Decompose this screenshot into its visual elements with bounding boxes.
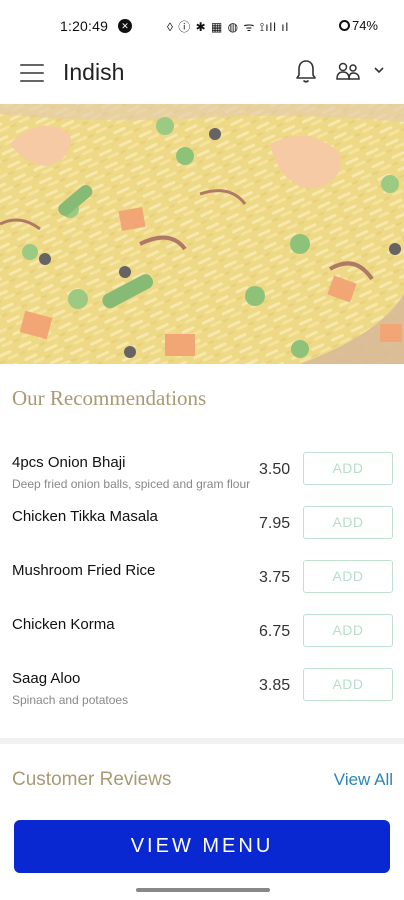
item-name: Chicken Korma [12,616,115,633]
item-name: Saag Aloo [12,670,81,687]
battery-level: 74% [351,18,378,33]
menu-item: Saag Aloo Spinach and potatoes 3.85 ADD [0,664,404,718]
add-button[interactable]: ADD [303,668,393,701]
item-name: Mushroom Fried Rice [12,562,156,579]
view-all-reviews-link[interactable]: View All [334,770,393,790]
recommendations-title: Our Recommendations [12,386,207,410]
reviews-title: Customer Reviews [12,769,172,790]
menu-item: Chicken Tikka Masala 7.95 ADD [0,502,404,556]
item-description: Deep fried onion balls, spiced and gram … [12,477,251,491]
menu-item: 4pcs Onion Bhaji Deep fried onion balls,… [0,448,404,502]
add-button[interactable]: ADD [303,506,393,539]
bell-icon[interactable] [292,57,320,85]
menu-icon[interactable] [20,64,44,84]
hero-image [0,104,404,364]
item-price: 3.75 [259,569,291,586]
item-price: 7.95 [259,515,291,532]
section-divider [0,738,404,744]
brand-title: Indish [63,59,125,85]
item-name: Chicken Tikka Masala [12,508,158,525]
item-price: 6.75 [259,623,291,640]
status-bar: 1:20:49 ✕ ◊ ⓘ ✱ ▦ ◍ ᯤ ⟟ıll ıl 74% [0,0,404,52]
item-price: 3.50 [259,461,291,478]
item-description: Spinach and potatoes [12,693,129,707]
app-header: Indish [0,52,404,104]
item-name: 4pcs Onion Bhaji [12,454,126,471]
view-menu-button[interactable]: VIEW MENU [14,820,390,873]
notification-app-icon: ✕ [118,19,132,33]
status-time: 1:20:49 [60,18,109,34]
add-button[interactable]: ADD [303,560,393,593]
menu-item: Mushroom Fried Rice 3.75 ADD [0,556,404,610]
people-icon[interactable] [335,60,361,82]
menu-item: Chicken Korma 6.75 ADD [0,610,404,664]
status-indicators: ◊ ⓘ ✱ ▦ ◍ ᯤ ⟟ıll ıl [167,20,290,34]
add-button[interactable]: ADD [303,452,393,485]
add-button[interactable]: ADD [303,614,393,647]
recommendations-list: 4pcs Onion Bhaji Deep fried onion balls,… [0,448,404,718]
battery-icon [338,20,350,31]
item-price: 3.85 [259,677,291,694]
chevron-down-icon[interactable] [373,65,385,75]
battery-indicator: 74% [338,18,378,33]
hero-overlay [0,104,404,364]
home-indicator[interactable] [136,888,270,892]
